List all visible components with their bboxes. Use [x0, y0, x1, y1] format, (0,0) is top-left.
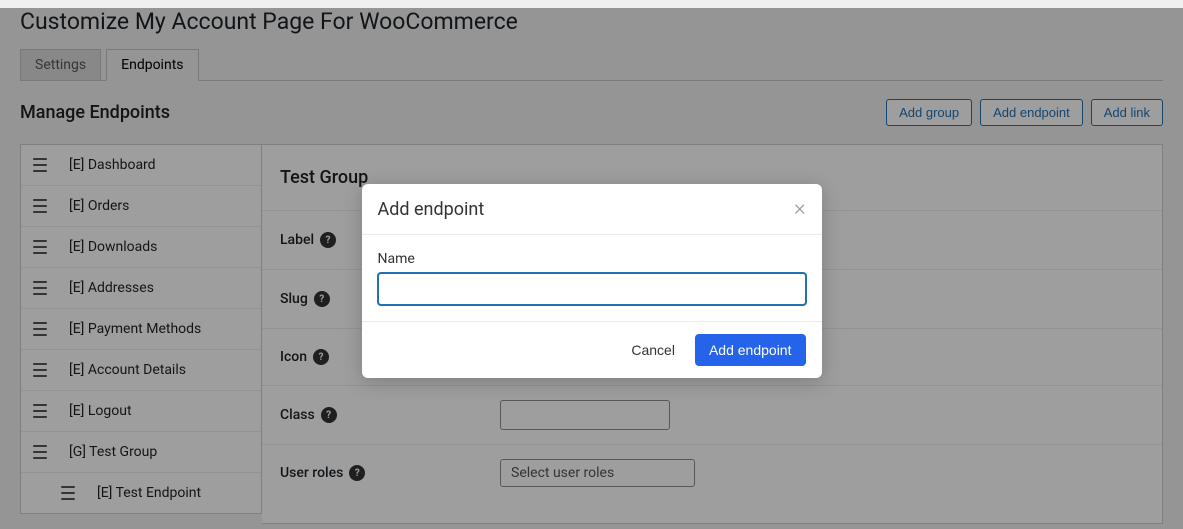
cancel-button[interactable]: Cancel — [625, 341, 681, 359]
endpoint-name-input[interactable] — [378, 273, 806, 305]
add-endpoint-modal: Add endpoint × Name Cancel Add endpoint — [362, 184, 822, 378]
modal-title: Add endpoint — [378, 199, 485, 220]
confirm-add-endpoint-button[interactable]: Add endpoint — [695, 334, 806, 366]
close-icon[interactable]: × — [794, 198, 806, 220]
modal-name-label: Name — [378, 251, 806, 267]
